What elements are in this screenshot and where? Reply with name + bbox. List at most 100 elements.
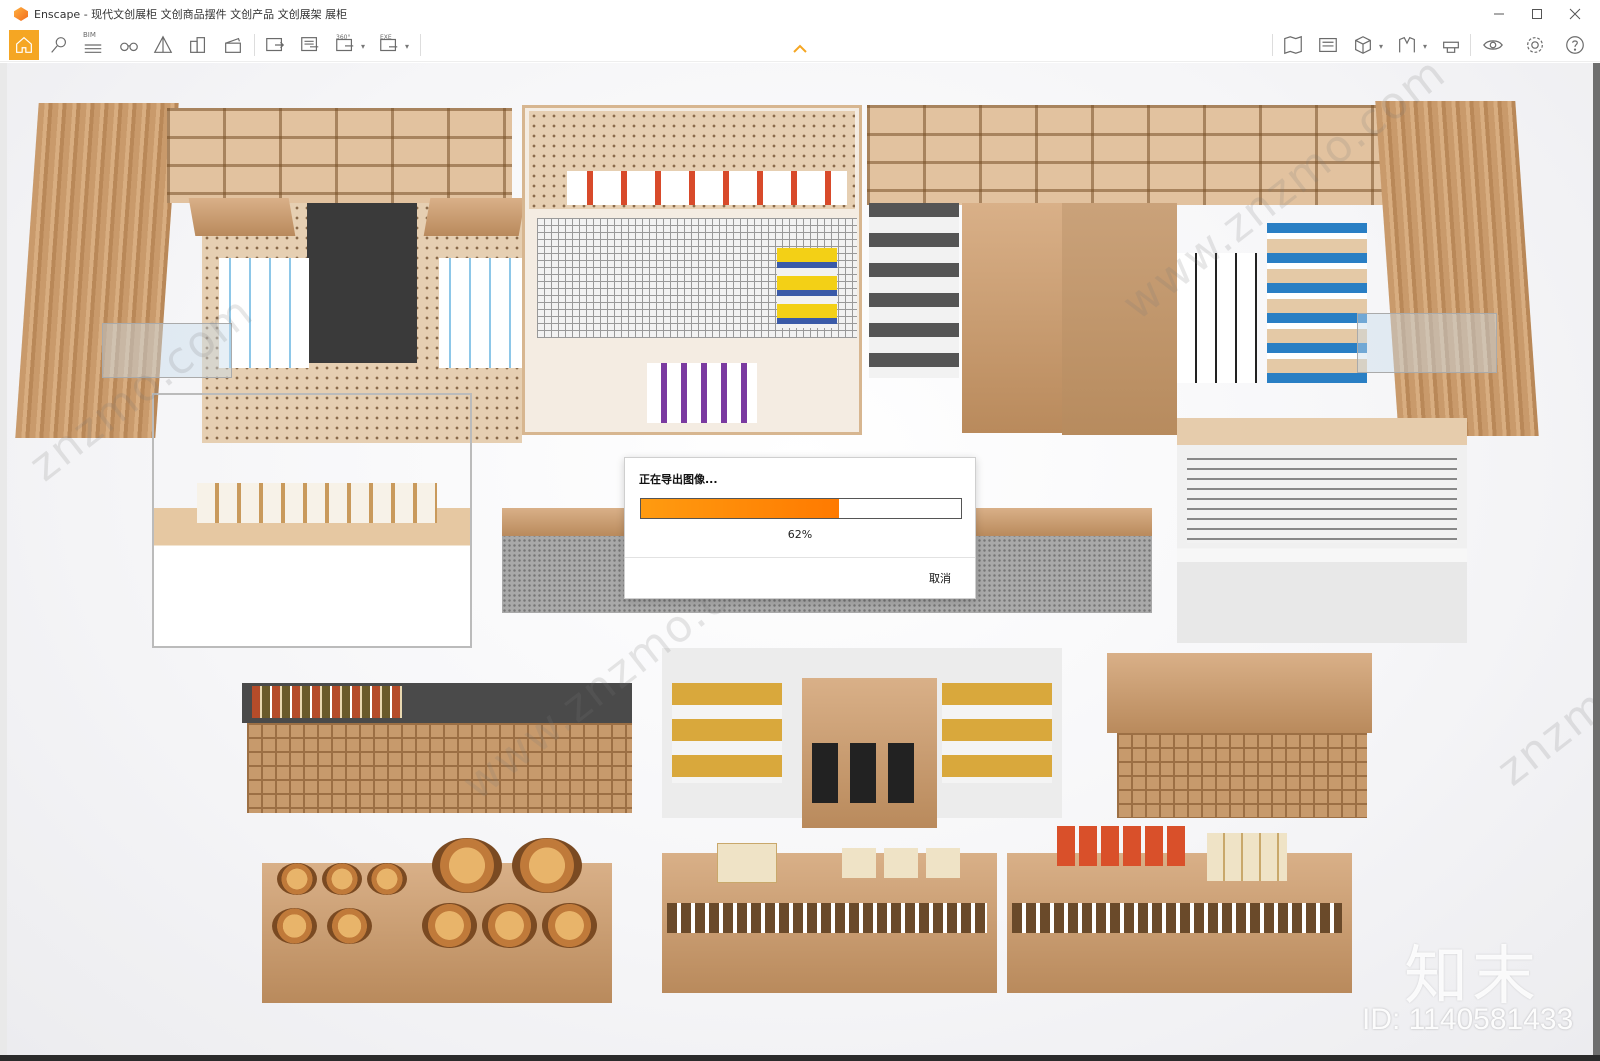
yellow-gift-boxes <box>672 683 782 783</box>
clapboard-icon <box>225 37 241 53</box>
image-id-watermark: ID: 1140581433 <box>1362 1003 1574 1036</box>
toolbar-divider <box>420 34 421 56</box>
title-bar: Enscape - 现代文创展柜 文创商品摆件 文创产品 文创展架 展柜 <box>0 0 1600 28</box>
wood-cabinet-panel <box>962 203 1062 433</box>
tea-table-front <box>1117 733 1367 818</box>
asset-library-icon <box>1319 37 1337 53</box>
packaged-gift-box <box>717 843 777 883</box>
buildings-icon <box>190 37 206 53</box>
product-boxes-blue <box>439 258 529 368</box>
material-icon <box>1399 36 1415 53</box>
snack-basket <box>482 903 537 948</box>
settings-button[interactable] <box>1522 32 1548 58</box>
material-button[interactable] <box>1394 32 1420 58</box>
map-icon <box>1284 35 1302 55</box>
progress-bar <box>640 498 962 519</box>
binoculars-icon <box>120 42 138 52</box>
batch-render-icon <box>301 37 319 52</box>
binoculars-button[interactable] <box>116 32 142 58</box>
export-exe-button[interactable]: EXE <box>376 32 402 58</box>
location-button[interactable] <box>46 32 72 58</box>
buildings-button[interactable] <box>185 32 211 58</box>
snack-basket <box>277 863 317 895</box>
watermark-pattern: znzmo <box>1487 661 1593 796</box>
snack-basket <box>322 863 362 895</box>
map-button[interactable] <box>1280 32 1306 58</box>
cabinet-door <box>1062 203 1177 435</box>
cube-button[interactable] <box>1350 32 1376 58</box>
window-bottom-edge <box>0 1055 1600 1061</box>
minimize-icon <box>1494 13 1504 15</box>
vr-headset-icon <box>1443 41 1459 53</box>
panorama-dropdown-chevron-icon[interactable]: ▾ <box>361 42 365 51</box>
wall-shelf-top-left <box>167 108 512 203</box>
perspective-button[interactable] <box>150 32 176 58</box>
help-icon <box>1566 36 1584 54</box>
material-dropdown-chevron-icon[interactable]: ▾ <box>1423 42 1427 51</box>
packaged-gift-box <box>842 848 962 878</box>
cube-dropdown-chevron-icon[interactable]: ▾ <box>1379 42 1383 51</box>
jar-row <box>667 903 987 933</box>
slatted-wall-panel-right <box>1375 101 1539 436</box>
snack-basket <box>367 863 407 895</box>
progress-bar-fill <box>641 499 840 518</box>
minion-figures <box>777 248 837 328</box>
tiered-display-rails <box>1187 458 1457 543</box>
awning-right <box>423 198 526 236</box>
window-edge <box>0 63 7 1055</box>
dialog-divider <box>625 557 975 558</box>
close-icon <box>1569 8 1581 20</box>
close-button[interactable] <box>1552 0 1598 28</box>
toolbar-divider <box>1272 34 1273 56</box>
video-editor-button[interactable] <box>220 32 246 58</box>
window-edge <box>1593 63 1600 1055</box>
red-product-cards <box>567 171 847 205</box>
export-progress-dialog: 正在导出图像... 62% 取消 <box>624 457 976 599</box>
help-button[interactable] <box>1562 32 1588 58</box>
settings-icon <box>1527 37 1543 53</box>
packaged-goods-row <box>197 483 437 523</box>
yellow-gift-boxes <box>942 683 1052 783</box>
snack-basket <box>327 908 372 944</box>
exe-dropdown-chevron-icon[interactable]: ▾ <box>405 42 409 51</box>
cancel-button[interactable]: 取消 <box>929 570 951 586</box>
enscape-logo-icon <box>14 7 28 21</box>
orange-box-row <box>1057 826 1187 866</box>
vr-headset-button[interactable] <box>1438 32 1464 58</box>
black-tea-boxes <box>812 743 922 803</box>
headphone-display <box>647 363 757 423</box>
snack-basket <box>272 908 317 944</box>
maximize-icon <box>1532 9 1542 19</box>
bim-button[interactable]: BIM <box>80 31 106 58</box>
render-image-button[interactable] <box>262 32 288 58</box>
dialog-title: 正在导出图像... <box>639 473 718 486</box>
home-button[interactable] <box>9 30 39 60</box>
panorama-button[interactable]: 360° <box>332 32 358 58</box>
packaged-gift-box <box>1207 833 1287 881</box>
dark-panel <box>307 203 417 363</box>
exe-label: EXE <box>380 34 392 41</box>
snack-basket <box>422 903 477 948</box>
awning-left <box>188 198 296 236</box>
tea-table-top <box>1107 653 1372 733</box>
toolbar-divider <box>1470 34 1471 56</box>
bim-label: BIM <box>83 31 96 39</box>
toolbar-divider <box>254 34 255 56</box>
large-basket <box>432 838 502 893</box>
snack-basket <box>542 903 597 948</box>
spice-jars <box>252 686 402 718</box>
location-pin-icon <box>51 37 67 53</box>
window-title: Enscape - 现代文创展柜 文创商品摆件 文创产品 文创展架 展柜 <box>34 8 348 21</box>
panorama-label: 360° <box>336 34 351 41</box>
asset-library-button[interactable] <box>1315 32 1341 58</box>
large-basket <box>512 838 582 893</box>
home-icon <box>16 36 32 53</box>
visual-settings-button[interactable] <box>1480 32 1506 58</box>
batch-render-button[interactable] <box>297 32 323 58</box>
blue-canisters-shelf <box>1267 223 1367 383</box>
glass-vase-case-right <box>1357 313 1497 373</box>
progress-percentage: 62% <box>787 528 813 541</box>
enscape-window: Enscape - 现代文创展柜 文创商品摆件 文创产品 文创展架 展柜 BIM <box>0 0 1600 1061</box>
collapse-toolbar-chevron-icon[interactable] <box>792 44 808 54</box>
cube-icon <box>1355 36 1371 54</box>
